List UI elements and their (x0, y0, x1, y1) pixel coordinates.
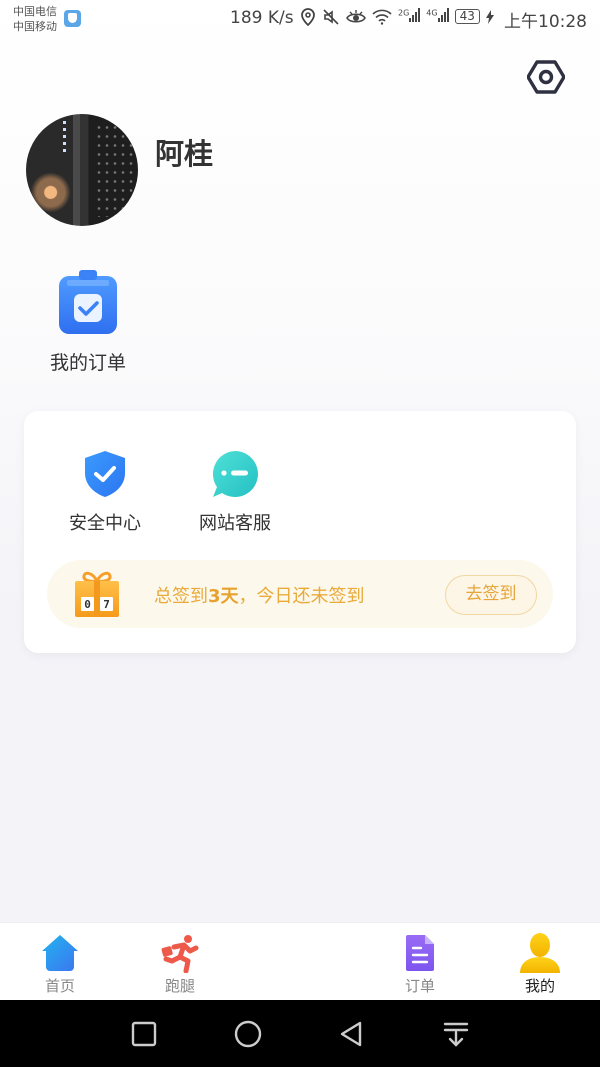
home-icon (42, 935, 78, 971)
my-orders-label: 我的订单 (49, 352, 126, 374)
network-speed: 189 K/s (230, 8, 294, 28)
tab-errand[interactable]: 跑腿 (140, 933, 220, 996)
my-orders-shortcut[interactable]: 我的订单 (40, 268, 136, 375)
carrier-info: 中国电信 中国移动 (13, 4, 57, 34)
location-icon (301, 7, 315, 26)
eye-icon (346, 9, 366, 23)
charging-icon (485, 9, 494, 24)
security-center-label: 安全中心 (69, 513, 141, 534)
status-bar: 中国电信 中国移动 189 K/s 2G 4G 43 上午10:28 (0, 0, 600, 38)
settings-hexagon-icon[interactable] (527, 58, 565, 96)
status-icons: 2G 4G 43 (300, 7, 494, 26)
mute-icon (323, 8, 339, 25)
tab-mine[interactable]: 我的 (500, 933, 580, 996)
wifi-icon (372, 9, 392, 25)
username[interactable]: 阿桂 (155, 131, 213, 173)
home-circle-icon[interactable] (234, 1020, 262, 1048)
shield-icon (64, 10, 81, 27)
tab-orders[interactable]: 订单 (380, 933, 460, 996)
signin-status-text: 总签到3天，今日还未签到 (154, 586, 365, 607)
customer-service-button[interactable]: 网站客服 (180, 449, 290, 535)
battery-icon: 43 (454, 9, 480, 24)
carrier-1: 中国电信 (13, 5, 57, 18)
gift-calendar-icon: 0 7 (75, 571, 119, 617)
security-center-button[interactable]: 安全中心 (50, 449, 160, 535)
shield-check-icon (85, 451, 125, 497)
signin-banner: 0 7 总签到3天，今日还未签到 去签到 (47, 560, 553, 628)
notification-pull-down-icon[interactable] (442, 1020, 470, 1048)
services-card: 安全中心 网站客服 0 7 总签到3天，今日还未签到 去签到 (24, 411, 576, 653)
system-navigation-bar (0, 1000, 600, 1067)
tab-home[interactable]: 首页 (20, 933, 100, 996)
svg-text:0: 0 (84, 598, 91, 611)
clock: 上午10:28 (504, 12, 587, 32)
customer-service-label: 网站客服 (199, 513, 271, 534)
signal-4g: 4G (426, 7, 449, 26)
user-icon (520, 933, 560, 973)
signal-2g: 2G (398, 7, 421, 26)
carrier-2: 中国移动 (13, 20, 57, 33)
signal-icon (409, 8, 421, 22)
avatar[interactable] (26, 114, 138, 226)
signin-button[interactable]: 去签到 (445, 575, 537, 615)
runner-icon (161, 935, 199, 973)
signin-days: 3天 (208, 586, 239, 607)
recents-square-icon[interactable] (130, 1020, 158, 1048)
clipboard-check-icon (59, 270, 117, 334)
back-triangle-icon[interactable] (338, 1020, 366, 1048)
document-icon (406, 935, 434, 971)
svg-text:7: 7 (103, 598, 110, 611)
signal-icon (437, 8, 449, 22)
bottom-tab-bar: 首页 跑腿 订单 我的 (0, 922, 600, 1000)
chat-bubble-icon (212, 451, 258, 497)
